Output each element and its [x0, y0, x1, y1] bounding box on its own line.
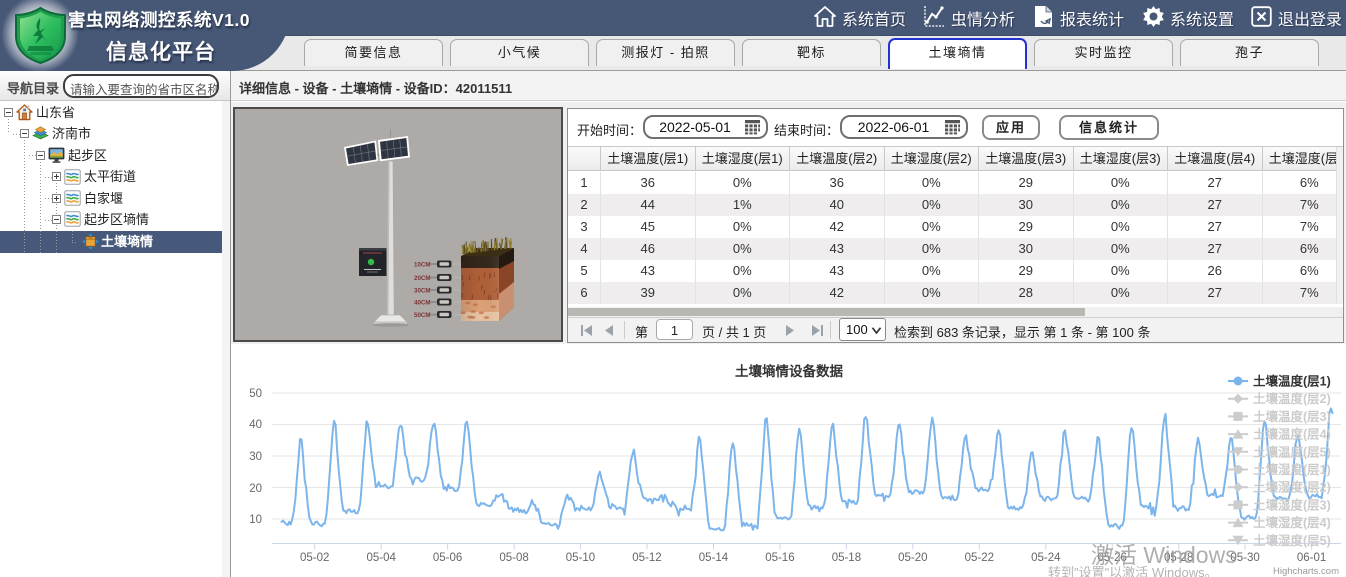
svg-text:40CM: 40CM [414, 300, 431, 307]
svg-text:05-18: 05-18 [832, 552, 861, 564]
svg-text:30: 30 [249, 451, 262, 463]
svg-text:05-12: 05-12 [632, 552, 661, 564]
svg-text:50CM: 50CM [414, 312, 431, 319]
svg-text:05-14: 05-14 [699, 552, 729, 564]
svg-text:05-16: 05-16 [765, 552, 794, 564]
svg-text:土壤湿度(层4): 土壤湿度(层4) [1253, 515, 1331, 530]
svg-text:土壤温度(层2): 土壤温度(层2) [1253, 391, 1331, 406]
svg-text:05-08: 05-08 [499, 552, 528, 564]
svg-text:20: 20 [249, 483, 262, 495]
svg-text:土壤湿度(层1): 土壤湿度(层1) [1253, 462, 1331, 477]
svg-text:05-24: 05-24 [1031, 552, 1061, 564]
svg-text:Highcharts.com: Highcharts.com [1273, 566, 1339, 577]
svg-text:05-04: 05-04 [366, 552, 396, 564]
svg-text:05-20: 05-20 [898, 552, 927, 564]
svg-text:土壤墒情设备数据: 土壤墒情设备数据 [735, 363, 843, 379]
svg-text:土壤湿度(层3): 土壤湿度(层3) [1253, 497, 1331, 512]
svg-text:土壤温度(层3): 土壤温度(层3) [1253, 409, 1331, 424]
svg-text:转到"设置"以激活 Windows。: 转到"设置"以激活 Windows。 [1048, 565, 1218, 577]
svg-text:06-01: 06-01 [1297, 552, 1326, 564]
svg-text:05-10: 05-10 [566, 552, 595, 564]
svg-text:40: 40 [249, 419, 262, 431]
svg-text:05-02: 05-02 [300, 552, 329, 564]
svg-text:土壤温度(层4): 土壤温度(层4) [1253, 427, 1331, 442]
svg-text:土壤湿度(层2): 土壤湿度(层2) [1253, 480, 1331, 495]
svg-text:土壤温度(层1): 土壤温度(层1) [1253, 374, 1331, 389]
svg-text:10CM: 10CM [414, 262, 431, 269]
svg-text:30CM: 30CM [414, 288, 431, 295]
svg-text:土壤温度(层5): 土壤温度(层5) [1253, 444, 1331, 459]
svg-text:10: 10 [249, 514, 262, 526]
svg-text:50: 50 [249, 388, 262, 400]
svg-text:05-06: 05-06 [433, 552, 462, 564]
svg-text:土壤湿度(层5): 土壤湿度(层5) [1253, 533, 1331, 548]
svg-text:20CM: 20CM [414, 275, 431, 282]
svg-text:05-22: 05-22 [965, 552, 994, 564]
